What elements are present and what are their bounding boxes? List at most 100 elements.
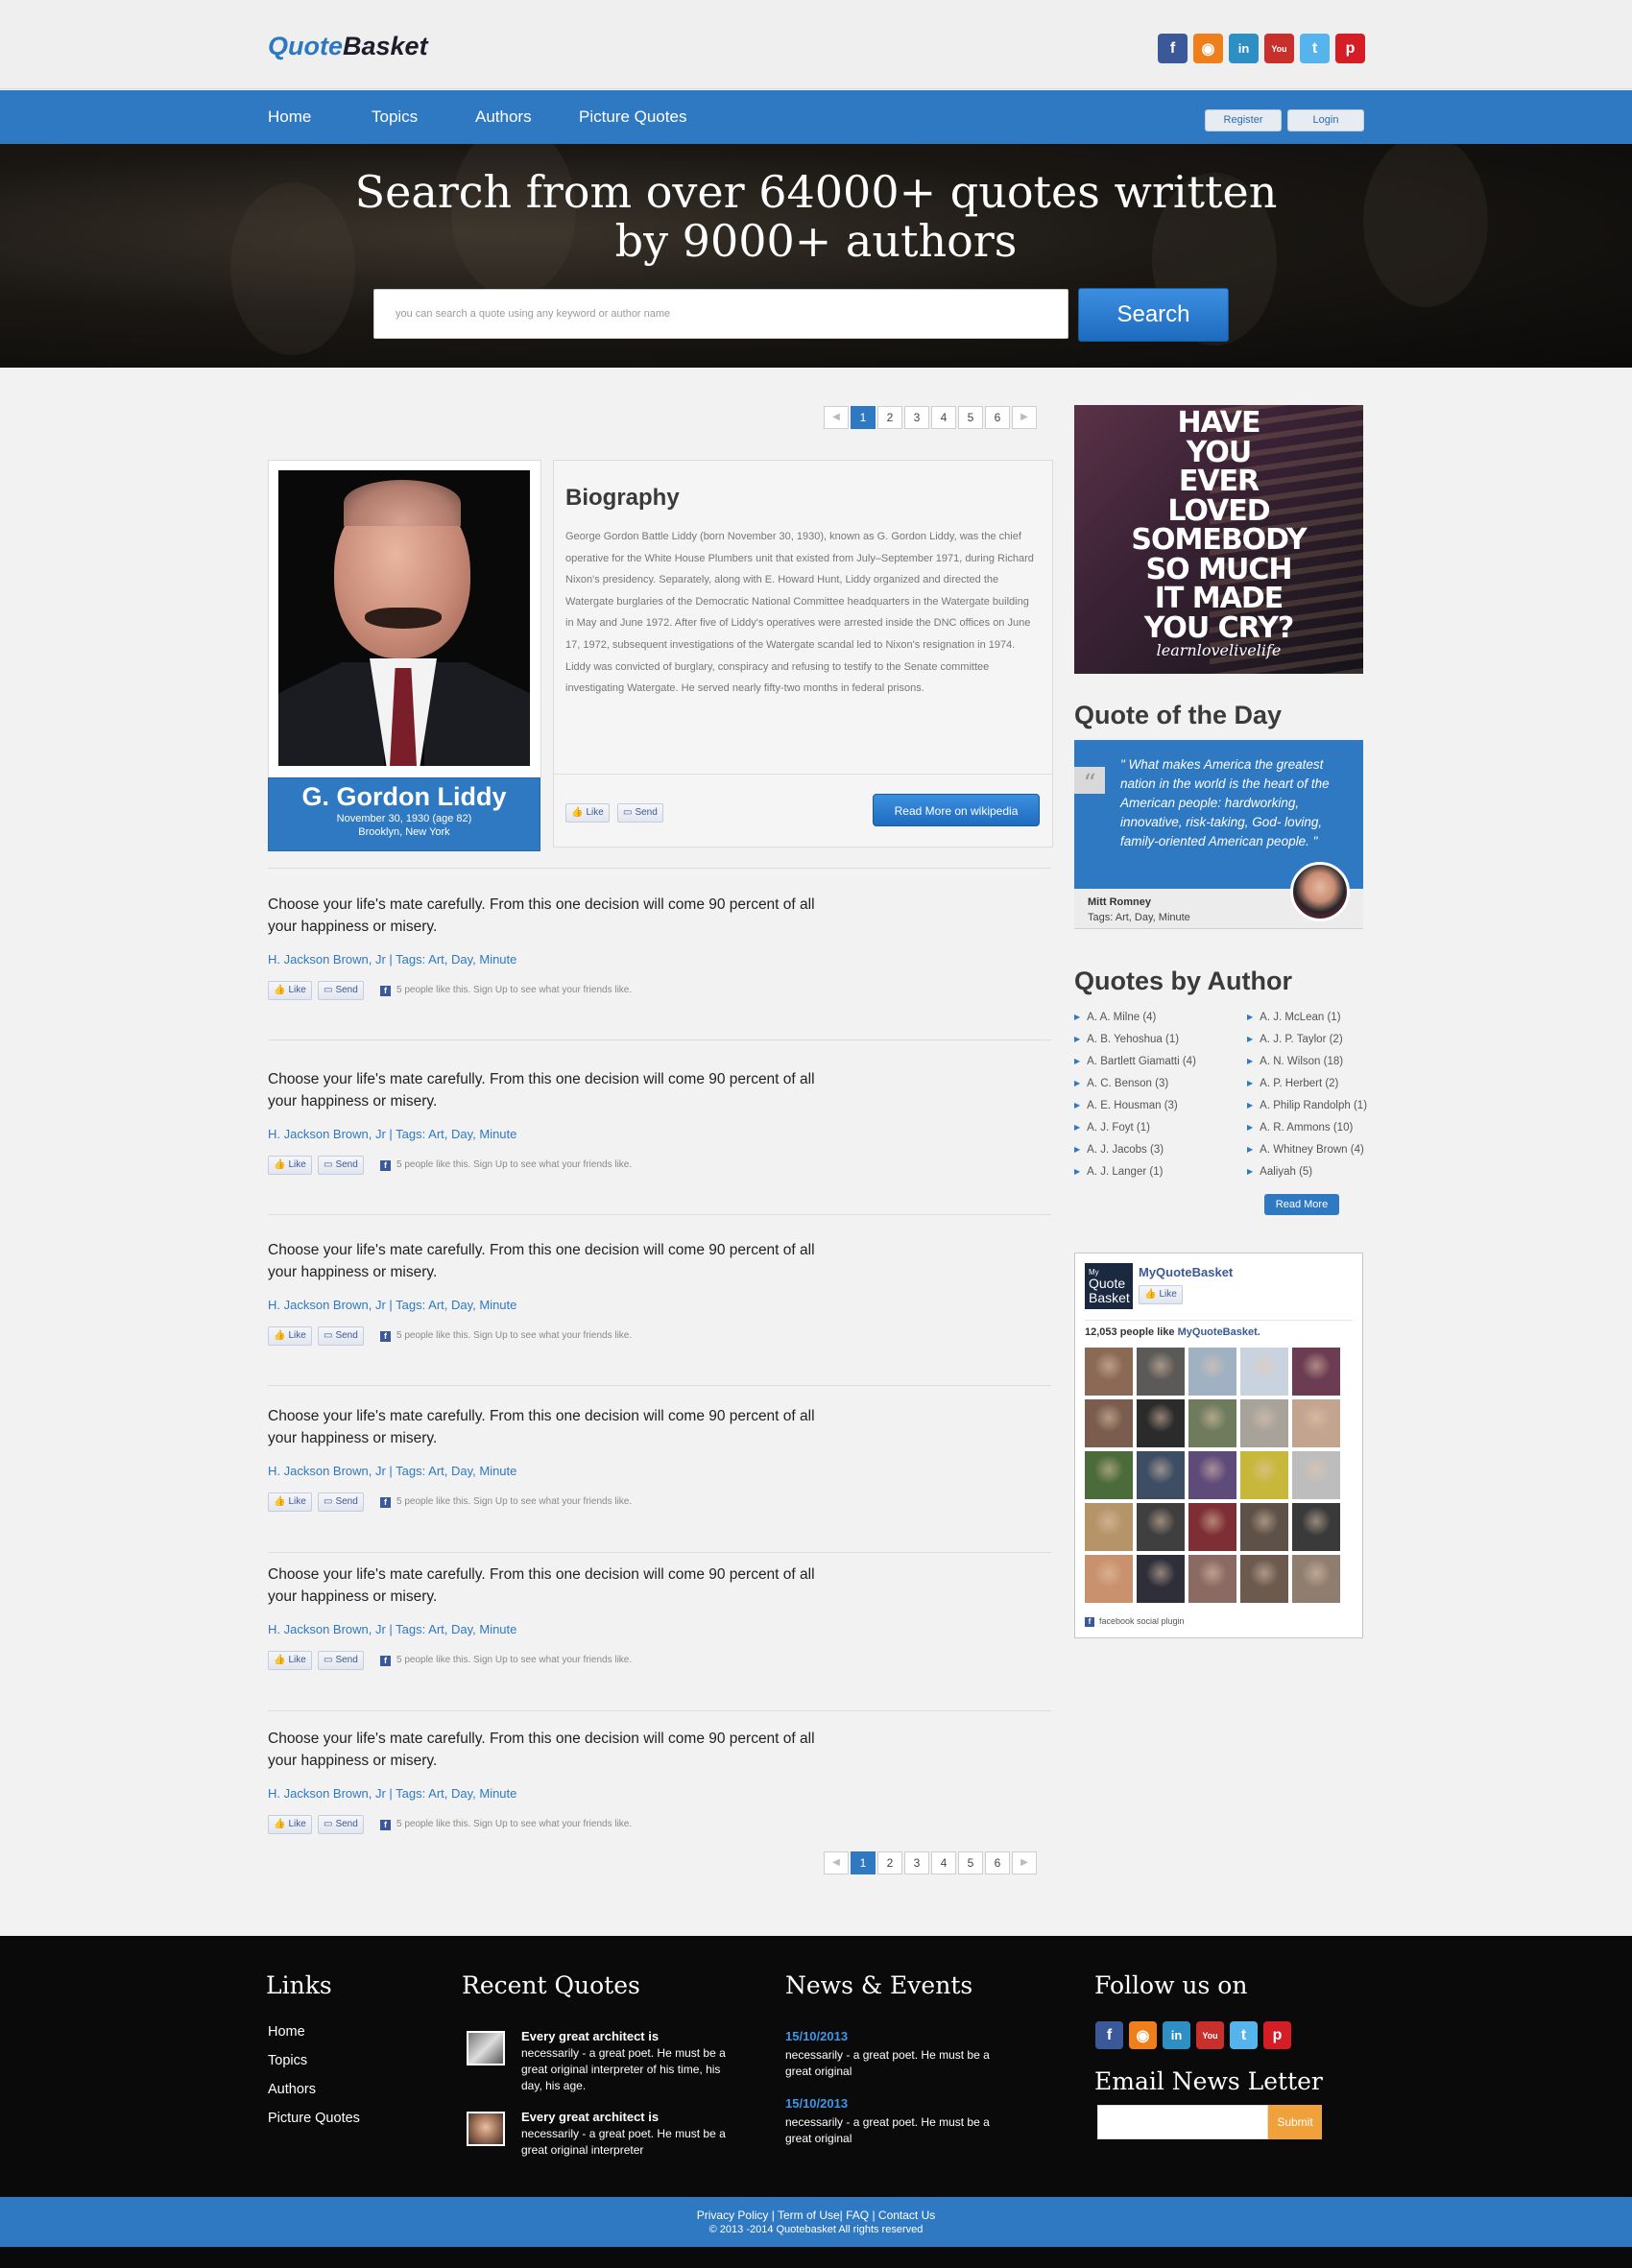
quote-author-tags[interactable]: H. Jackson Brown, Jr | Tags: Art, Day, M… (268, 952, 516, 967)
author-link[interactable]: ▶ Aaliyah (5) (1247, 1166, 1312, 1178)
facebook-page-name[interactable]: MyQuoteBasket (1139, 1265, 1233, 1279)
facebook-like-button[interactable]: 👍 Like (268, 1156, 312, 1175)
quote-author-tags[interactable]: H. Jackson Brown, Jr | Tags: Art, Day, M… (268, 1127, 516, 1141)
picture-quote-ad[interactable]: HAVE YOU EVER LOVED SOMEBODY SO MUCH IT … (1074, 405, 1363, 674)
page-button[interactable]: 3 (904, 1851, 929, 1874)
footer-link-home[interactable]: Home (268, 2024, 305, 2040)
author-link[interactable]: ▶ A. R. Ammons (10) (1247, 1122, 1353, 1134)
nav-topics[interactable]: Topics (372, 107, 418, 127)
quote-of-the-day-author[interactable]: Mitt Romney (1088, 896, 1151, 908)
facebook-send-button[interactable]: ▭ Send (318, 981, 364, 1000)
quote-author-tags[interactable]: H. Jackson Brown, Jr | Tags: Art, Day, M… (268, 1786, 516, 1801)
fan-avatar[interactable] (1085, 1348, 1133, 1396)
facebook-like-button[interactable]: 👍 Like (268, 1492, 312, 1512)
quote-author-tags[interactable]: H. Jackson Brown, Jr | Tags: Art, Day, M… (268, 1464, 516, 1478)
nav-authors[interactable]: Authors (475, 107, 532, 127)
fan-avatar[interactable] (1085, 1503, 1133, 1551)
fan-avatar[interactable] (1292, 1555, 1340, 1603)
page-button[interactable]: 5 (958, 406, 983, 429)
author-link[interactable]: ▶ A. J. McLean (1) (1247, 1012, 1341, 1023)
fan-avatar[interactable] (1188, 1399, 1236, 1447)
fan-avatar[interactable] (1292, 1451, 1340, 1499)
quote-author-tags[interactable]: H. Jackson Brown, Jr | Tags: Art, Day, M… (268, 1622, 516, 1636)
author-link[interactable]: ▶ A. A. Milne (4) (1074, 1012, 1156, 1023)
facebook-send-button[interactable]: ▭ Send (318, 1815, 364, 1834)
nav-home[interactable]: Home (268, 107, 311, 127)
page-button[interactable]: 3 (904, 406, 929, 429)
fan-avatar[interactable] (1137, 1399, 1185, 1447)
footer-link-authors[interactable]: Authors (268, 2082, 316, 2097)
author-link[interactable]: ▶ A. Bartlett Giamatti (4) (1074, 1056, 1196, 1067)
author-link[interactable]: ▶ A. C. Benson (3) (1074, 1078, 1168, 1089)
next-page-button[interactable]: ▶ (1012, 1851, 1037, 1874)
page-button[interactable]: 2 (877, 1851, 902, 1874)
facebook-send-button[interactable]: ▭ Send (318, 1492, 364, 1512)
page-button[interactable]: 6 (985, 406, 1010, 429)
facebook-page-like-button[interactable]: 👍 Like (1139, 1285, 1183, 1304)
fan-avatar[interactable] (1137, 1451, 1185, 1499)
fan-avatar[interactable] (1292, 1399, 1340, 1447)
fan-avatar[interactable] (1085, 1451, 1133, 1499)
register-button[interactable]: Register (1205, 109, 1282, 131)
pinterest-icon[interactable]: p (1263, 2021, 1291, 2049)
next-page-button[interactable]: ▶ (1012, 406, 1037, 429)
linkedin-icon[interactable]: in (1229, 34, 1259, 63)
footer-legal-links[interactable]: Privacy Policy | Term of Use| FAQ | Cont… (0, 2208, 1632, 2222)
author-link[interactable]: ▶ A. J. Langer (1) (1074, 1166, 1163, 1178)
read-more-authors-button[interactable]: Read More (1264, 1194, 1339, 1215)
fan-avatar[interactable] (1188, 1555, 1236, 1603)
login-button[interactable]: Login (1287, 109, 1364, 131)
author-link[interactable]: ▶ A. N. Wilson (18) (1247, 1056, 1343, 1067)
facebook-send-button[interactable]: ▭ Send (318, 1651, 364, 1670)
pinterest-icon[interactable]: p (1335, 34, 1365, 63)
read-more-wikipedia-button[interactable]: Read More on wikipedia (873, 794, 1040, 826)
author-link[interactable]: ▶ A. Whitney Brown (4) (1247, 1144, 1364, 1156)
fan-avatar[interactable] (1292, 1348, 1340, 1396)
footer-link-picture-quotes[interactable]: Picture Quotes (268, 2111, 360, 2126)
facebook-like-button[interactable]: 👍 Like (565, 803, 610, 823)
facebook-send-button[interactable]: ▭ Send (617, 803, 663, 823)
author-link[interactable]: ▶ A. J. Foyt (1) (1074, 1122, 1150, 1134)
nav-picture-quotes[interactable]: Picture Quotes (579, 107, 686, 127)
fan-avatar[interactable] (1137, 1555, 1185, 1603)
facebook-icon[interactable]: f (1158, 34, 1188, 63)
twitter-icon[interactable]: t (1300, 34, 1330, 63)
fan-avatar[interactable] (1292, 1503, 1340, 1551)
rss-icon[interactable]: ◉ (1193, 34, 1223, 63)
facebook-icon[interactable]: f (1095, 2021, 1123, 2049)
footer-link-topics[interactable]: Topics (268, 2053, 307, 2068)
facebook-send-button[interactable]: ▭ Send (318, 1156, 364, 1175)
youtube-icon[interactable]: You (1196, 2021, 1224, 2049)
author-link[interactable]: ▶ A. Philip Randolph (1) (1247, 1100, 1367, 1111)
twitter-icon[interactable]: t (1230, 2021, 1258, 2049)
author-link[interactable]: ▶ A. J. P. Taylor (2) (1247, 1034, 1343, 1045)
fan-avatar[interactable] (1188, 1503, 1236, 1551)
fan-avatar[interactable] (1240, 1555, 1288, 1603)
page-button[interactable]: 6 (985, 1851, 1010, 1874)
search-button[interactable]: Search (1078, 288, 1229, 342)
page-button[interactable]: 2 (877, 406, 902, 429)
fan-avatar[interactable] (1085, 1555, 1133, 1603)
page-button[interactable]: 4 (931, 406, 956, 429)
facebook-like-button[interactable]: 👍 Like (268, 981, 312, 1000)
youtube-icon[interactable]: You (1264, 34, 1294, 63)
plugin-label[interactable]: facebook social plugin (1099, 1616, 1185, 1626)
fan-avatar[interactable] (1240, 1451, 1288, 1499)
author-link[interactable]: ▶ A. J. Jacobs (3) (1074, 1144, 1164, 1156)
page-button[interactable]: 1 (851, 1851, 876, 1874)
news-item[interactable]: 15/10/2013 necessarily - a great poet. H… (785, 2029, 1016, 2080)
page-button[interactable]: 4 (931, 1851, 956, 1874)
facebook-like-button[interactable]: 👍 Like (268, 1326, 312, 1346)
site-logo[interactable]: QuoteBasket (268, 32, 428, 61)
facebook-page-logo[interactable]: My Quote Basket (1085, 1263, 1133, 1309)
author-link[interactable]: ▶ A. E. Housman (3) (1074, 1100, 1178, 1111)
fan-avatar[interactable] (1137, 1348, 1185, 1396)
author-link[interactable]: ▶ A. B. Yehoshua (1) (1074, 1034, 1179, 1045)
prev-page-button[interactable]: ◀ (824, 406, 849, 429)
page-button[interactable]: 1 (851, 406, 876, 429)
prev-page-button[interactable]: ◀ (824, 1851, 849, 1874)
fan-avatar[interactable] (1188, 1451, 1236, 1499)
fan-avatar[interactable] (1137, 1503, 1185, 1551)
rss-icon[interactable]: ◉ (1129, 2021, 1157, 2049)
page-button[interactable]: 5 (958, 1851, 983, 1874)
